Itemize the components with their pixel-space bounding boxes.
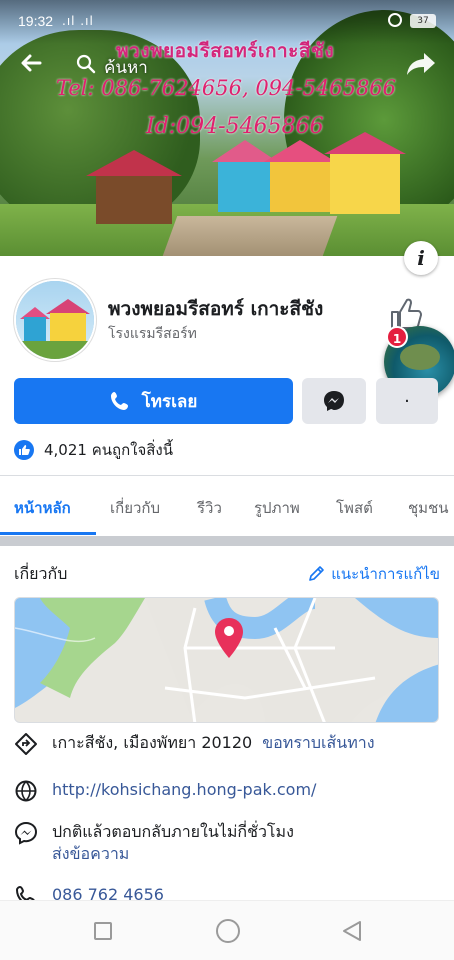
about-section-title: เกี่ยวกับ — [14, 564, 68, 583]
get-directions-link[interactable]: ขอทราบเส้นทาง — [262, 733, 374, 752]
system-back-button[interactable] — [340, 919, 364, 943]
active-tab-indicator — [0, 532, 96, 535]
tab-reviews[interactable]: รีวิว — [197, 496, 222, 520]
cover-house — [324, 132, 406, 214]
messenger-icon — [324, 391, 344, 411]
more-options-button[interactable]: · — [376, 378, 438, 424]
response-time-text: ปกติแล้วตอบกลับภายในไม่กี่ชั่วโมง — [52, 822, 294, 841]
suggest-edit-label: แนะนำการแก้ไข — [331, 565, 440, 583]
pencil-icon — [309, 566, 325, 581]
cover-house — [264, 140, 336, 212]
cover-id-text: Id:094-5465866 — [146, 114, 324, 139]
tab-about[interactable]: เกี่ยวกับ — [110, 496, 160, 520]
phone-icon — [110, 392, 128, 410]
call-now-label: โทรเลย — [141, 391, 198, 412]
share-button[interactable] — [404, 50, 438, 78]
website-link[interactable]: http://kohsichang.hong-pak.com/ — [52, 779, 316, 801]
like-badge-icon — [14, 440, 34, 460]
globe-icon — [15, 780, 37, 802]
info-button[interactable]: i — [404, 241, 438, 275]
signal-icon: .ıl .ıl — [62, 14, 94, 28]
back-button[interactable] — [18, 50, 50, 78]
tab-photos[interactable]: รูปภาพ — [254, 496, 300, 520]
rotation-lock-icon — [388, 13, 402, 27]
likes-count-text: 4,021 คนถูกใจสิ่งนี้ — [44, 441, 174, 459]
system-nav-bar — [0, 900, 454, 960]
battery-icon: 37 — [410, 14, 436, 28]
messenger-button[interactable] — [302, 378, 366, 424]
send-message-link[interactable]: ส่งข้อความ — [52, 843, 294, 865]
recent-apps-button[interactable] — [94, 922, 112, 940]
more-icon: · — [404, 390, 410, 412]
likes-summary[interactable]: 4,021 คนถูกใจสิ่งนี้ — [14, 438, 173, 462]
share-arrow-icon — [407, 53, 435, 75]
location-map[interactable] — [14, 597, 439, 723]
cover-road — [162, 216, 338, 256]
website-row: http://kohsichang.hong-pak.com/ — [14, 779, 316, 803]
directions-icon — [15, 733, 37, 755]
page-tabs: หน้าหลัก เกี่ยวกับ รีวิว รูปภาพ โพสต์ ชุ… — [0, 476, 454, 536]
arrow-left-icon — [21, 54, 42, 72]
call-now-button[interactable]: โทรเลย — [14, 378, 293, 424]
suggest-edit-link[interactable]: แนะนำการแก้ไข — [307, 562, 440, 586]
address-text: เกาะสีชัง, เมืองพัทยา 20120 — [52, 733, 253, 752]
search-input[interactable]: ค้นหา — [104, 54, 148, 81]
map-graphic — [15, 598, 438, 722]
status-bar: 19:32 .ıl .ıl 37 — [0, 0, 454, 44]
tab-home[interactable]: หน้าหลัก — [14, 496, 71, 520]
home-button[interactable] — [216, 919, 240, 943]
tab-community[interactable]: ชุมชน — [408, 496, 449, 520]
page-name: พวงพยอมรีสอทร์ เกาะสีชัง — [108, 298, 324, 320]
messenger-outline-icon — [14, 821, 38, 845]
cover-pavilion — [86, 150, 182, 230]
section-divider — [0, 536, 454, 546]
tab-posts[interactable]: โพสต์ — [336, 496, 373, 520]
map-pin-icon — [215, 618, 243, 658]
response-row: ปกติแล้วตอบกลับภายในไม่กี่ชั่วโมง ส่งข้อ… — [14, 821, 294, 865]
status-time: 19:32 — [18, 13, 54, 29]
info-icon: i — [417, 246, 425, 270]
page-category[interactable]: โรงแรมรีสอร์ท — [108, 323, 197, 345]
profile-avatar[interactable] — [14, 279, 96, 361]
search-icon[interactable] — [76, 54, 96, 74]
notification-badge: 1 — [386, 326, 408, 348]
address-row: เกาะสีชัง, เมืองพัทยา 20120 ขอทราบเส้นทาง — [14, 732, 375, 756]
